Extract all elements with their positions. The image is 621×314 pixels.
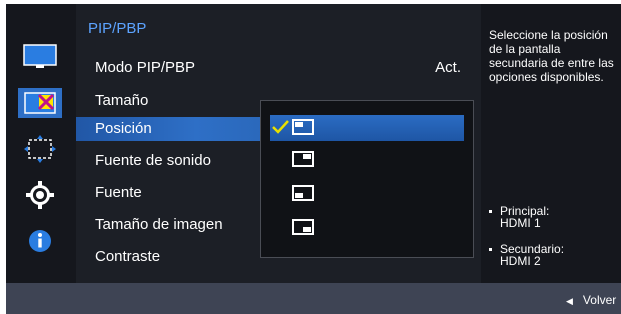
position-option-bottom-right[interactable] bbox=[270, 215, 464, 241]
help-text: Seleccione la posición de la pantalla se… bbox=[489, 28, 614, 84]
bullet bbox=[489, 210, 492, 213]
menu-item-label: Fuente de sonido bbox=[95, 152, 211, 169]
menu-item-label: Fuente bbox=[95, 184, 142, 201]
menu-item-label: Tamaño bbox=[95, 92, 149, 109]
sidebar bbox=[6, 4, 76, 283]
position-bottom-right-icon bbox=[292, 219, 314, 235]
position-option-top-right[interactable] bbox=[270, 147, 464, 173]
pip-icon[interactable] bbox=[18, 88, 62, 118]
info-icon[interactable] bbox=[22, 226, 58, 256]
left-arrow-icon: ◀ bbox=[566, 296, 573, 306]
panel-title: PIP/PBP bbox=[88, 20, 147, 37]
position-option-top-left[interactable] bbox=[270, 115, 464, 141]
menu-item-value: Act. bbox=[435, 59, 461, 76]
bullet bbox=[489, 248, 492, 251]
menu-item-posicion[interactable]: Posición bbox=[76, 117, 276, 141]
position-bottom-left-icon bbox=[292, 185, 314, 201]
menu-item-label: Tamaño de imagen bbox=[95, 216, 223, 233]
bottom-bar: ◀ Volver bbox=[6, 283, 621, 314]
gear-icon[interactable] bbox=[22, 180, 58, 210]
position-option-bottom-left[interactable] bbox=[270, 181, 464, 207]
menu-item-label: Modo PIP/PBP bbox=[95, 59, 196, 76]
resize-icon[interactable] bbox=[22, 134, 58, 164]
secundario-value: HDMI 2 bbox=[500, 254, 541, 268]
help-panel: Seleccione la posición de la pantalla se… bbox=[481, 4, 621, 283]
position-top-left-icon bbox=[292, 119, 314, 135]
principal-value: HDMI 1 bbox=[500, 216, 541, 230]
check-icon bbox=[272, 120, 289, 134]
menu-item-label: Contraste bbox=[95, 248, 161, 265]
menu-item-label: Posición bbox=[95, 120, 152, 137]
osd-screen: PIP/PBP Modo PIP/PBP Act. Tamaño Posició… bbox=[6, 4, 621, 314]
back-label: Volver bbox=[582, 293, 617, 307]
back-button[interactable]: ◀ Volver bbox=[566, 293, 616, 307]
monitor-icon[interactable] bbox=[22, 42, 58, 72]
position-dropdown bbox=[260, 100, 474, 258]
menu-item-modo[interactable]: Modo PIP/PBP Act. bbox=[76, 56, 481, 80]
position-top-right-icon bbox=[292, 151, 314, 167]
